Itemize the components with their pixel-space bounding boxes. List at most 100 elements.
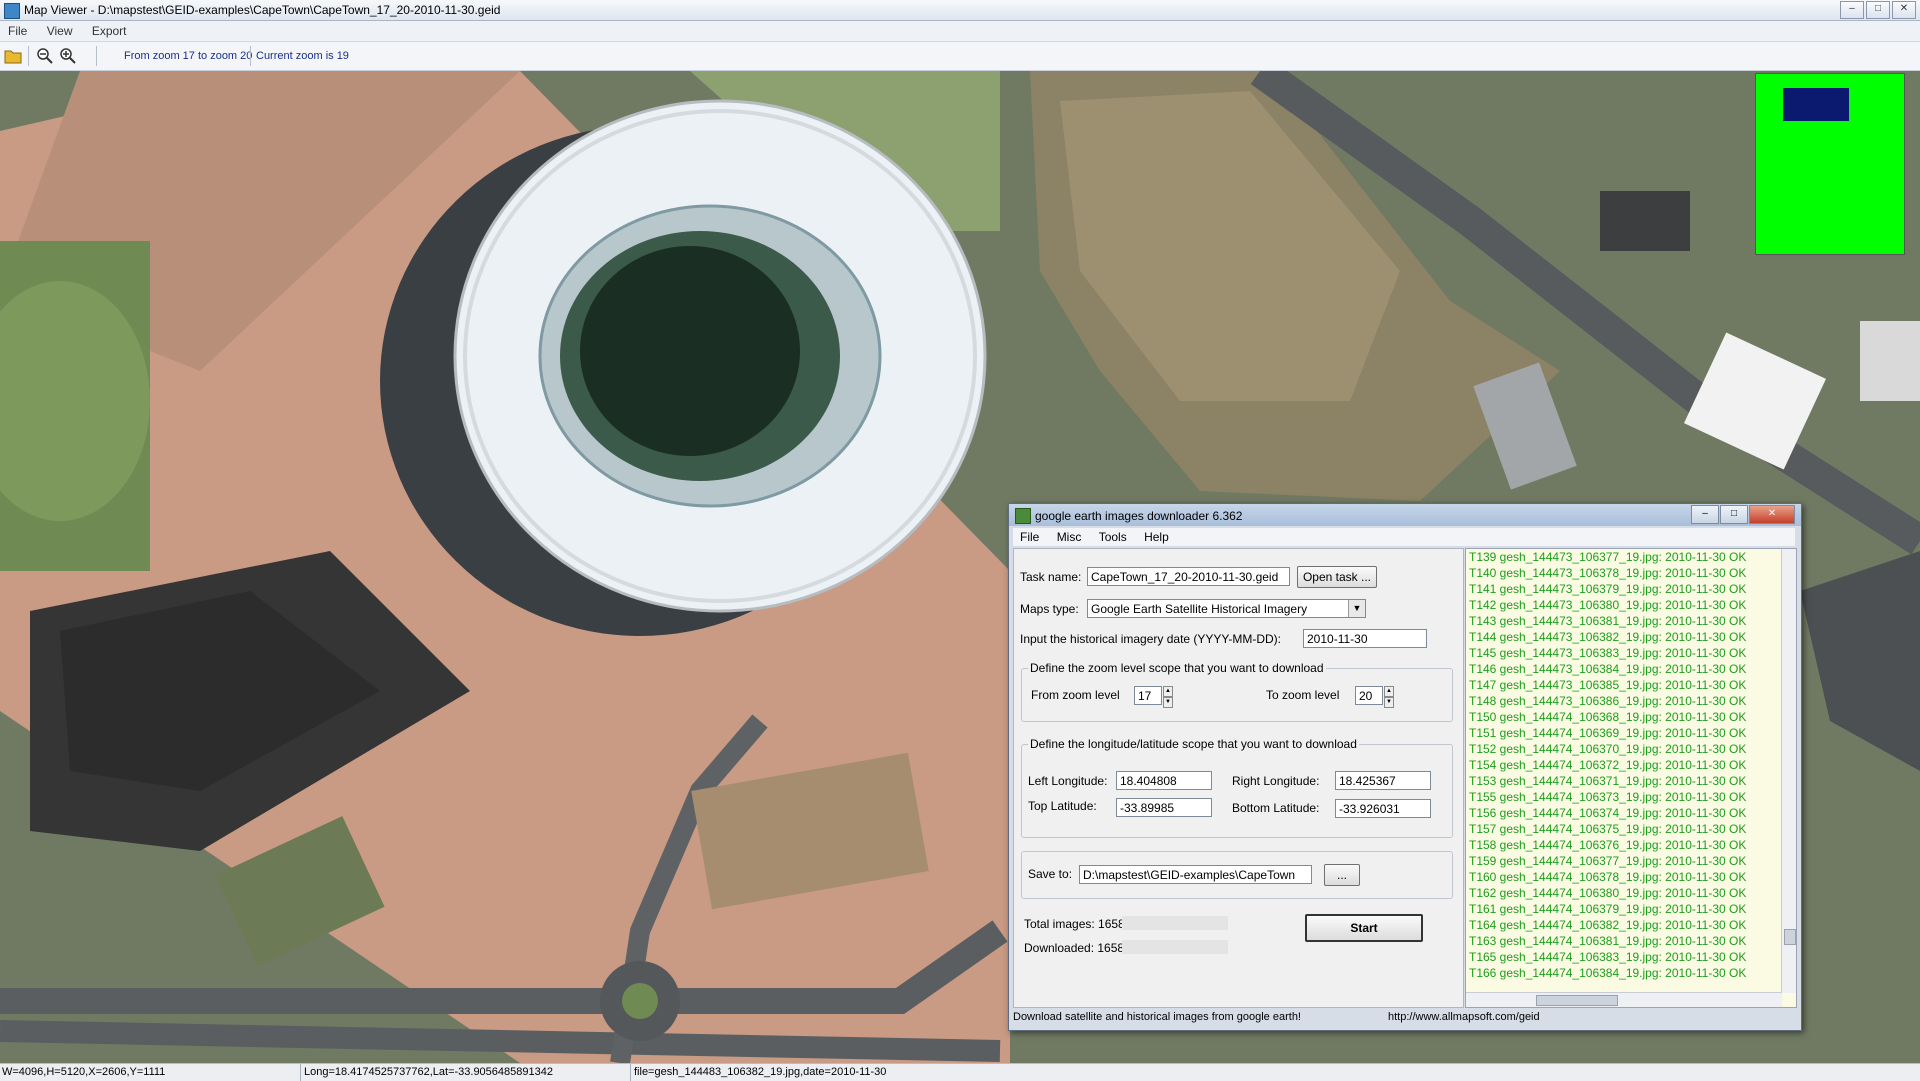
log-line: T139 gesh_144473_106377_19.jpg: 2010-11-… (1469, 550, 1747, 564)
log-line: T152 gesh_144474_106370_19.jpg: 2010-11-… (1469, 742, 1747, 756)
menu-view[interactable]: View (39, 21, 81, 38)
dialog-menu-help[interactable]: Help (1137, 528, 1176, 544)
log-line: T163 gesh_144474_106381_19.jpg: 2010-11-… (1469, 934, 1747, 948)
dialog-menu-bar: File Misc Tools Help (1013, 528, 1795, 546)
to-zoom-label: To zoom level (1266, 688, 1340, 702)
maps-type-value: Google Earth Satellite Historical Imager… (1091, 602, 1308, 616)
dialog-menu-misc[interactable]: Misc (1050, 528, 1089, 544)
log-line: T162 gesh_144474_106380_19.jpg: 2010-11-… (1469, 886, 1747, 900)
log-line: T154 gesh_144474_106372_19.jpg: 2010-11-… (1469, 758, 1747, 772)
total-images-readout (1122, 916, 1228, 930)
top-latitude-input[interactable]: -33.89985 (1116, 798, 1212, 817)
zoom-in-icon[interactable] (59, 47, 77, 65)
bottom-latitude-label: Bottom Latitude: (1232, 801, 1320, 815)
minimize-button[interactable]: – (1840, 1, 1864, 19)
log-line: T165 gesh_144474_106383_19.jpg: 2010-11-… (1469, 950, 1747, 964)
save-path-input[interactable]: D:\mapstest\GEID-examples\CapeTown (1079, 865, 1312, 884)
stepper-up-icon[interactable]: ▲ (1163, 686, 1173, 697)
scrollbar-thumb[interactable] (1536, 995, 1618, 1006)
stepper-down-icon[interactable]: ▼ (1163, 697, 1173, 708)
log-line: T159 gesh_144474_106377_19.jpg: 2010-11-… (1469, 854, 1747, 868)
dialog-menu-tools[interactable]: Tools (1092, 528, 1134, 544)
log-horizontal-scrollbar[interactable] (1466, 992, 1782, 1007)
dialog-title: google earth images downloader 6.362 (1035, 509, 1243, 523)
log-line: T151 gesh_144474_106369_19.jpg: 2010-11-… (1469, 726, 1747, 740)
log-line: T164 gesh_144474_106382_19.jpg: 2010-11-… (1469, 918, 1747, 932)
geid-app-icon (1015, 508, 1031, 524)
menu-bar: File View Export (0, 21, 1920, 42)
task-name-input[interactable]: CapeTown_17_20-2010-11-30.geid (1087, 567, 1290, 586)
toolbar: From zoom 17 to zoom 20 Current zoom is … (0, 42, 1920, 71)
open-folder-icon[interactable] (4, 47, 22, 65)
to-zoom-input[interactable]: 20 (1355, 686, 1383, 705)
zoom-range-label: From zoom 17 to zoom 20 (124, 50, 253, 62)
log-line: T143 gesh_144473_106381_19.jpg: 2010-11-… (1469, 614, 1747, 628)
downloaded-readout (1122, 940, 1228, 954)
zoom-out-icon[interactable] (36, 47, 54, 65)
dialog-titlebar: google earth images downloader 6.362 – □… (1009, 504, 1801, 526)
browse-folder-button[interactable]: ... (1324, 864, 1360, 886)
left-longitude-input[interactable]: 18.404808 (1116, 771, 1212, 790)
window-titlebar: Map Viewer - D:\mapstest\GEID-examples\C… (0, 0, 1920, 21)
log-line: T158 gesh_144474_106376_19.jpg: 2010-11-… (1469, 838, 1747, 852)
overview-minimap[interactable] (1755, 73, 1905, 255)
settings-panel: Task name: CapeTown_17_20-2010-11-30.gei… (1013, 548, 1464, 1008)
lonlat-scope-title: Define the longitude/latitude scope that… (1028, 737, 1359, 751)
total-images-label: Total images: 1658 (1024, 917, 1125, 931)
download-log[interactable]: T139 gesh_144473_106377_19.jpg: 2010-11-… (1465, 548, 1797, 1008)
log-line: T161 gesh_144474_106379_19.jpg: 2010-11-… (1469, 902, 1747, 916)
log-line: T148 gesh_144473_106386_19.jpg: 2010-11-… (1469, 694, 1747, 708)
right-longitude-input[interactable]: 18.425367 (1335, 771, 1431, 790)
stepper-up-icon[interactable]: ▲ (1384, 686, 1394, 697)
map-viewer-app-icon (4, 3, 20, 19)
zoom-scope-group: Define the zoom level scope that you wan… (1021, 661, 1453, 722)
log-line: T155 gesh_144474_106373_19.jpg: 2010-11-… (1469, 790, 1747, 804)
status-file: file=gesh_144483_106382_19.jpg,date=2010… (634, 1066, 887, 1078)
log-vertical-scrollbar[interactable] (1781, 549, 1796, 993)
log-line: T150 gesh_144474_106368_19.jpg: 2010-11-… (1469, 710, 1747, 724)
close-button[interactable]: ✕ (1892, 1, 1916, 19)
left-longitude-label: Left Longitude: (1028, 774, 1108, 788)
stepper-down-icon[interactable]: ▼ (1384, 697, 1394, 708)
maximize-button[interactable]: □ (1866, 1, 1890, 19)
toolbar-separator (28, 46, 29, 66)
top-latitude-label: Top Latitude: (1028, 799, 1097, 813)
toolbar-separator (96, 46, 97, 66)
log-line: T142 gesh_144473_106380_19.jpg: 2010-11-… (1469, 598, 1747, 612)
log-line: T141 gesh_144473_106379_19.jpg: 2010-11-… (1469, 582, 1747, 596)
save-to-label: Save to: (1028, 867, 1073, 881)
maps-type-select[interactable]: Google Earth Satellite Historical Imager… (1087, 599, 1366, 618)
to-zoom-stepper[interactable]: ▲ ▼ (1384, 686, 1394, 708)
maps-type-label: Maps type: (1020, 602, 1079, 616)
dialog-status-bar: Download satellite and historical images… (1013, 1008, 1795, 1026)
minimap-viewport-indicator[interactable] (1783, 88, 1849, 121)
log-line: T144 gesh_144473_106382_19.jpg: 2010-11-… (1469, 630, 1747, 644)
status-separator (300, 1064, 301, 1081)
log-line: T140 gesh_144473_106378_19.jpg: 2010-11-… (1469, 566, 1747, 580)
dialog-window-controls: – □ ✕ (1691, 505, 1795, 524)
dialog-maximize-button[interactable]: □ (1720, 505, 1748, 524)
from-zoom-input[interactable]: 17 (1134, 686, 1162, 705)
start-button[interactable]: Start (1305, 914, 1423, 942)
status-coordinates: Long=18.4174525737762,Lat=-33.9056485891… (304, 1066, 553, 1078)
log-line: T160 gesh_144474_106378_19.jpg: 2010-11-… (1469, 870, 1747, 884)
bottom-latitude-input[interactable]: -33.926031 (1335, 799, 1431, 818)
zoom-scope-title: Define the zoom level scope that you wan… (1028, 661, 1326, 675)
menu-file[interactable]: File (0, 21, 35, 38)
imagery-date-label: Input the historical imagery date (YYYY-… (1020, 632, 1281, 646)
window-title: Map Viewer - D:\mapstest\GEID-examples\C… (24, 3, 501, 17)
download-log-lines: T139 gesh_144473_106377_19.jpg: 2010-11-… (1466, 549, 1796, 981)
chevron-down-icon[interactable]: ▼ (1348, 600, 1365, 617)
dialog-status-url[interactable]: http://www.allmapsoft.com/geid (1388, 1011, 1540, 1023)
menu-export[interactable]: Export (84, 21, 135, 38)
dialog-minimize-button[interactable]: – (1691, 505, 1719, 524)
from-zoom-stepper[interactable]: ▲ ▼ (1163, 686, 1173, 708)
scrollbar-thumb[interactable] (1784, 929, 1796, 945)
dialog-close-button[interactable]: ✕ (1749, 505, 1795, 524)
log-line: T153 gesh_144474_106371_19.jpg: 2010-11-… (1469, 774, 1747, 788)
open-task-button[interactable]: Open task ... (1297, 566, 1377, 588)
dialog-menu-file[interactable]: File (1013, 528, 1046, 544)
lonlat-scope-group: Define the longitude/latitude scope that… (1021, 737, 1453, 838)
imagery-date-input[interactable]: 2010-11-30 (1303, 629, 1427, 648)
log-line: T157 gesh_144474_106375_19.jpg: 2010-11-… (1469, 822, 1747, 836)
